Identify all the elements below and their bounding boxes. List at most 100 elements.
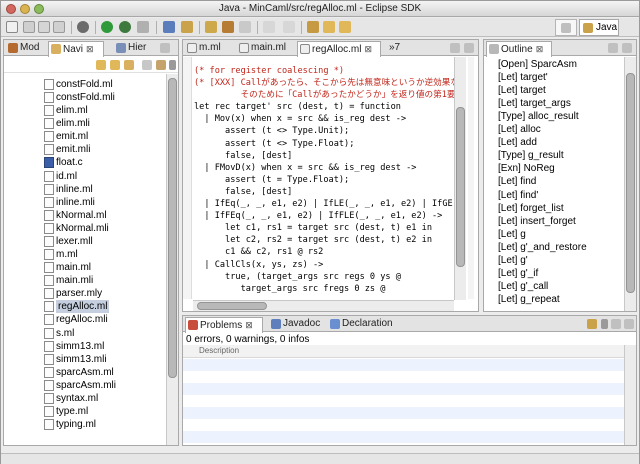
outline-item[interactable]: [Exn] NoReg bbox=[498, 162, 555, 175]
outline-item[interactable]: [Let] find' bbox=[498, 189, 538, 202]
last-edit-location-icon[interactable] bbox=[307, 21, 319, 33]
outline-item[interactable]: [Let] target_args bbox=[498, 97, 571, 110]
outline-item[interactable]: [Let] g_repeat bbox=[498, 293, 560, 306]
navigator-scrollbar[interactable] bbox=[166, 74, 178, 445]
minimize-icon[interactable] bbox=[160, 43, 170, 53]
tab-m-ml[interactable]: m.ml bbox=[185, 41, 233, 56]
open-type-icon[interactable] bbox=[163, 21, 175, 33]
open-task-icon[interactable] bbox=[205, 21, 217, 33]
navigator-file-item[interactable]: syntax.ml bbox=[56, 392, 98, 405]
tab-main-ml[interactable]: main.ml bbox=[237, 41, 293, 56]
scrollbar-thumb[interactable] bbox=[626, 73, 635, 293]
tab-problems[interactable]: Problems ⊠ bbox=[185, 317, 263, 333]
outline-item[interactable]: [Let] target' bbox=[498, 71, 548, 84]
forward-icon[interactable] bbox=[110, 60, 120, 70]
code-editor[interactable]: (* for register coalescing *) (* [XXX] Ca… bbox=[194, 65, 464, 299]
outline-item[interactable]: [Let] alloc bbox=[498, 123, 541, 136]
outline-item[interactable]: [Let] forget_list bbox=[498, 202, 564, 215]
new-wizard-icon[interactable] bbox=[6, 21, 18, 33]
navigator-file-item[interactable]: s.ml bbox=[56, 327, 74, 340]
external-tools-icon[interactable] bbox=[137, 21, 149, 33]
navigator-file-item[interactable]: constFold.ml bbox=[56, 78, 113, 91]
outline-item[interactable]: [Let] g'_call bbox=[498, 280, 548, 293]
next-annotation-icon[interactable] bbox=[263, 21, 275, 33]
navigator-file-item[interactable]: simm13.ml bbox=[56, 340, 104, 353]
forward-icon[interactable] bbox=[339, 21, 351, 33]
run-icon[interactable] bbox=[101, 21, 113, 33]
close-icon[interactable]: ⊠ bbox=[245, 318, 253, 332]
debug-icon[interactable] bbox=[119, 21, 131, 33]
view-menu-icon[interactable] bbox=[601, 319, 608, 329]
outline-item[interactable]: [Type] g_result bbox=[498, 149, 564, 162]
editor-vertical-scrollbar[interactable] bbox=[454, 57, 466, 300]
navigator-file-item[interactable]: parser.mly bbox=[56, 287, 102, 300]
outline-item[interactable]: [Let] find bbox=[498, 175, 536, 188]
tab-modules[interactable]: Mod bbox=[6, 41, 48, 56]
back-icon[interactable] bbox=[323, 21, 335, 33]
minimize-icon[interactable] bbox=[450, 43, 460, 53]
maximize-icon[interactable] bbox=[464, 43, 474, 53]
outline-item[interactable]: [Type] alloc_result bbox=[498, 110, 579, 123]
editor-horizontal-scrollbar[interactable] bbox=[193, 300, 454, 311]
link-editor-icon[interactable] bbox=[156, 60, 166, 70]
tab-hierarchy[interactable]: Hier bbox=[114, 41, 156, 56]
navigator-file-item[interactable]: id.ml bbox=[56, 170, 77, 183]
outline-item[interactable]: [Open] SparcAsm bbox=[498, 58, 577, 71]
collapse-all-icon[interactable] bbox=[142, 60, 152, 70]
outline-item[interactable]: [Let] target bbox=[498, 84, 546, 97]
toggle-mark-icon[interactable] bbox=[239, 21, 251, 33]
outline-item[interactable]: [Let] g'_if bbox=[498, 267, 538, 280]
close-icon[interactable]: ⊠ bbox=[536, 42, 544, 56]
tab-overflow[interactable]: »7 bbox=[387, 41, 409, 56]
scrollbar-thumb[interactable] bbox=[456, 107, 465, 267]
close-icon[interactable]: ⊠ bbox=[86, 42, 94, 56]
navigator-file-item[interactable]: regAlloc.ml bbox=[56, 300, 110, 314]
navigator-file-item[interactable]: simm13.mli bbox=[56, 353, 107, 366]
up-folder-icon[interactable] bbox=[124, 60, 134, 70]
tab-javadoc[interactable]: Javadoc bbox=[269, 317, 327, 332]
close-icon[interactable]: ⊠ bbox=[364, 42, 372, 56]
view-menu-icon[interactable] bbox=[169, 60, 176, 70]
build-gear-icon[interactable] bbox=[77, 21, 89, 33]
filter-icon[interactable] bbox=[587, 319, 597, 329]
minimize-icon[interactable] bbox=[611, 319, 621, 329]
tab-outline[interactable]: Outline ⊠ bbox=[486, 41, 552, 57]
tab-regalloc-ml[interactable]: regAlloc.ml ⊠ bbox=[297, 41, 381, 57]
navigator-file-item[interactable]: main.mli bbox=[56, 274, 93, 287]
navigator-file-item[interactable]: sparcAsm.mli bbox=[56, 379, 116, 392]
navigator-file-item[interactable]: main.ml bbox=[56, 261, 91, 274]
maximize-icon[interactable] bbox=[624, 319, 634, 329]
tab-declaration[interactable]: Declaration bbox=[328, 317, 398, 332]
scrollbar-thumb[interactable] bbox=[168, 78, 177, 378]
save-all-icon[interactable] bbox=[38, 21, 50, 33]
open-perspective-button[interactable] bbox=[555, 19, 577, 36]
search-icon[interactable] bbox=[222, 21, 234, 33]
navigator-file-item[interactable]: type.ml bbox=[56, 405, 88, 418]
navigator-file-item[interactable]: kNormal.mli bbox=[56, 222, 109, 235]
navigator-file-item[interactable]: inline.mli bbox=[56, 196, 95, 209]
navigator-file-item[interactable]: emit.mli bbox=[56, 143, 90, 156]
navigator-file-item[interactable]: regAlloc.mli bbox=[56, 313, 108, 326]
navigator-file-item[interactable]: lexer.mll bbox=[56, 235, 93, 248]
navigator-file-item[interactable]: constFold.mli bbox=[56, 91, 115, 104]
problems-scrollbar[interactable] bbox=[624, 345, 636, 445]
new-class-icon[interactable] bbox=[181, 21, 193, 33]
navigator-file-item[interactable]: inline.ml bbox=[56, 183, 93, 196]
minimize-icon[interactable] bbox=[608, 43, 618, 53]
navigator-file-item[interactable]: elim.mli bbox=[56, 117, 90, 130]
navigator-file-item[interactable]: m.ml bbox=[56, 248, 78, 261]
maximize-icon[interactable] bbox=[622, 43, 632, 53]
outline-item[interactable]: [Let] insert_forget bbox=[498, 215, 576, 228]
back-icon[interactable] bbox=[96, 60, 106, 70]
navigator-file-item[interactable]: sparcAsm.ml bbox=[56, 366, 114, 379]
navigator-file-item[interactable]: kNormal.ml bbox=[56, 209, 107, 222]
problems-table-header[interactable]: Description bbox=[183, 345, 624, 358]
java-perspective-button[interactable]: Java bbox=[579, 19, 619, 36]
print-icon[interactable] bbox=[53, 21, 65, 33]
previous-annotation-icon[interactable] bbox=[283, 21, 295, 33]
navigator-file-item[interactable]: elim.ml bbox=[56, 104, 88, 117]
navigator-file-item[interactable]: typing.ml bbox=[56, 418, 96, 431]
navigator-file-item[interactable]: emit.ml bbox=[56, 130, 88, 143]
tab-navigator[interactable]: Navi ⊠ bbox=[48, 41, 104, 57]
outline-item[interactable]: [Let] g bbox=[498, 228, 526, 241]
